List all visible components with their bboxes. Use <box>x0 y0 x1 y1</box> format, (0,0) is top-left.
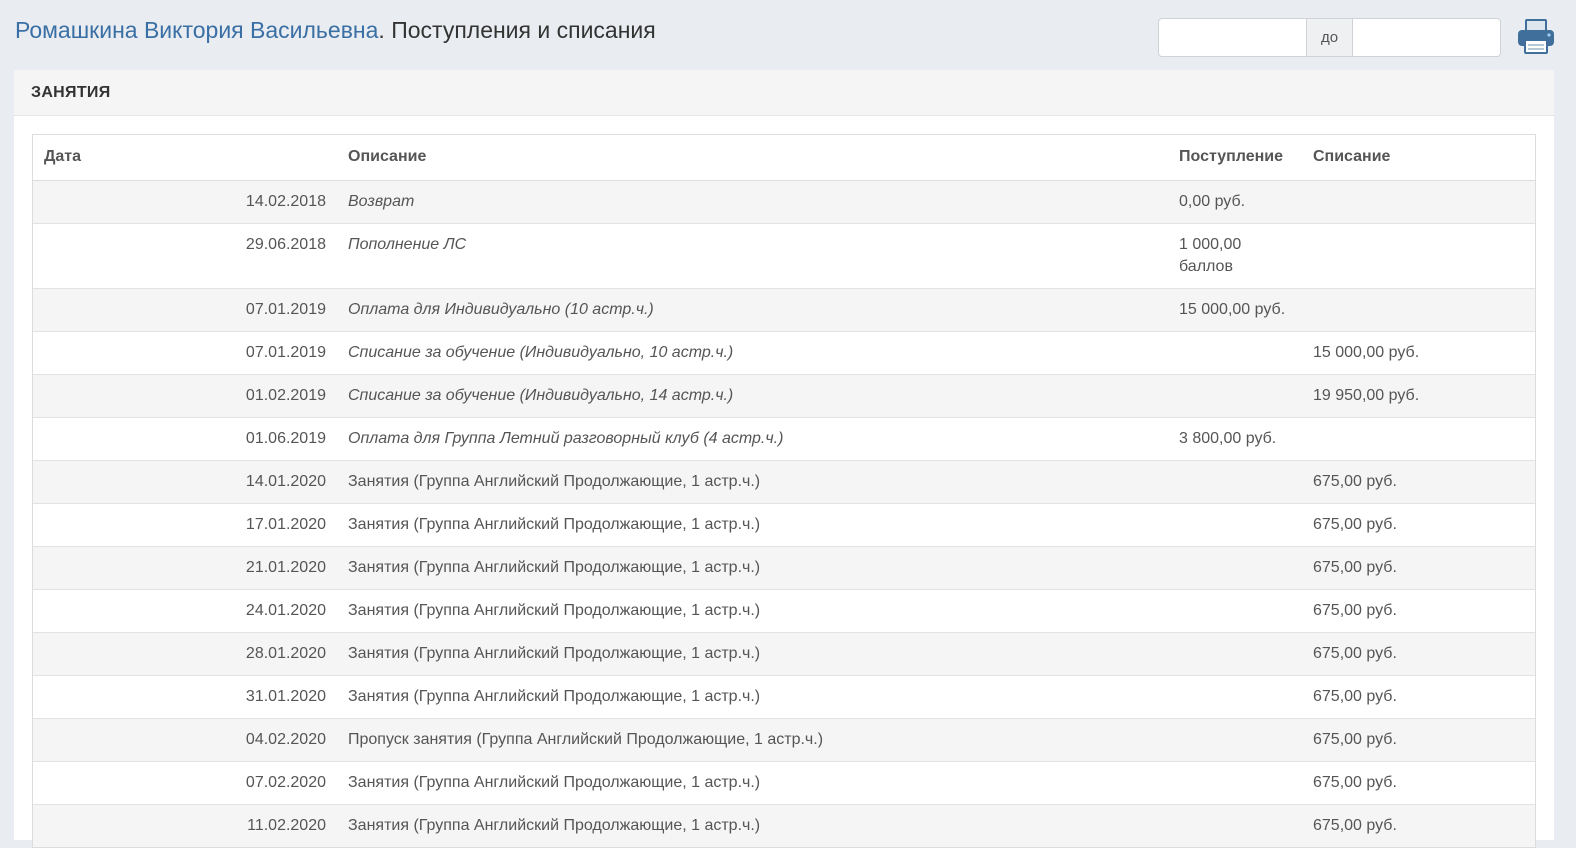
cell-expense: 675,00 руб. <box>1302 760 1535 804</box>
cell-date: 31.01.2020 <box>33 674 337 718</box>
column-header-description[interactable]: Описание <box>337 135 1168 181</box>
table-body: 14.02.2018 Возврат 0,00 руб. 29.06.2018 Попо… <box>33 179 1535 847</box>
cell-date: 04.02.2020 <box>33 717 337 761</box>
table-header-row: Дата Описание Поступление Списание <box>33 135 1535 181</box>
date-from-input[interactable] <box>1158 18 1307 57</box>
transactions-table-wrapper: Дата Описание Поступление Списание 14.02… <box>32 134 1536 848</box>
cell-date: 07.01.2019 <box>33 330 337 374</box>
table-row: 21.01.2020 Занятия (Группа Английский Про… <box>33 545 1535 589</box>
table-row: 17.01.2020 Занятия (Группа Английский Про… <box>33 502 1535 546</box>
cell-income: 0,00 руб. <box>1168 179 1302 223</box>
cell-description: Занятия (Группа Английский Продолжающие,… <box>337 459 1168 503</box>
table-row: 01.06.2019 Оплата для Группа Летний разго… <box>33 416 1535 460</box>
table-row: 07.01.2019 Списание за обучение (Индивиду… <box>33 330 1535 374</box>
cell-income: 1 000,00 баллов <box>1168 222 1302 288</box>
cell-income <box>1168 330 1302 374</box>
cell-expense <box>1302 416 1535 460</box>
cell-income <box>1168 373 1302 417</box>
cell-date: 14.02.2018 <box>33 179 337 223</box>
cell-expense: 15 000,00 руб. <box>1302 330 1535 374</box>
cell-expense: 675,00 руб. <box>1302 588 1535 632</box>
cell-date: 17.01.2020 <box>33 502 337 546</box>
cell-expense: 675,00 руб. <box>1302 545 1535 589</box>
cell-description: Оплата для Индивидуально (10 астр.ч.) <box>337 287 1168 331</box>
cell-description: Занятия (Группа Английский Продолжающие,… <box>337 588 1168 632</box>
cell-description: Списание за обучение (Индивидуально, 14 … <box>337 373 1168 417</box>
table-row: 14.01.2020 Занятия (Группа Английский Про… <box>33 459 1535 503</box>
student-name-link[interactable]: Ромашкина Виктория Васильевна <box>15 17 378 43</box>
cell-income <box>1168 760 1302 804</box>
table-row: 31.01.2020 Занятия (Группа Английский Про… <box>33 674 1535 718</box>
table-row: 29.06.2018 Пополнение ЛС 1 000,00 баллов <box>33 222 1535 288</box>
table-row: 04.02.2020 Пропуск занятия (Группа Англий… <box>33 717 1535 761</box>
cell-expense: 19 950,00 руб. <box>1302 373 1535 417</box>
cell-description: Оплата для Группа Летний разговорный клу… <box>337 416 1168 460</box>
table-row: 07.02.2020 Занятия (Группа Английский Про… <box>33 760 1535 804</box>
table-row: 01.02.2019 Списание за обучение (Индивиду… <box>33 373 1535 417</box>
cell-description: Занятия (Группа Английский Продолжающие,… <box>337 760 1168 804</box>
cell-description: Возврат <box>337 179 1168 223</box>
cell-income <box>1168 545 1302 589</box>
cell-income <box>1168 459 1302 503</box>
cell-income <box>1168 502 1302 546</box>
cell-date: 01.06.2019 <box>33 416 337 460</box>
cell-income: 3 800,00 руб. <box>1168 416 1302 460</box>
cell-date: 21.01.2020 <box>33 545 337 589</box>
cell-expense <box>1302 222 1535 288</box>
column-header-date[interactable]: Дата <box>33 135 337 181</box>
cell-expense: 675,00 руб. <box>1302 803 1535 847</box>
page-header: Ромашкина Виктория Васильевна. Поступлен… <box>0 0 1576 70</box>
cell-expense: 675,00 руб. <box>1302 502 1535 546</box>
cell-date: 11.02.2020 <box>33 803 337 847</box>
transactions-panel: ЗАНЯТИЯ Дата Описание Поступление Списан… <box>14 70 1554 848</box>
date-to-input[interactable] <box>1352 18 1501 57</box>
cell-income: 15 000,00 руб. <box>1168 287 1302 331</box>
cell-expense: 675,00 руб. <box>1302 674 1535 718</box>
cell-date: 01.02.2019 <box>33 373 337 417</box>
table-row: 24.01.2020 Занятия (Группа Английский Про… <box>33 588 1535 632</box>
cell-description: Занятия (Группа Английский Продолжающие,… <box>337 674 1168 718</box>
cell-date: 14.01.2020 <box>33 459 337 503</box>
cell-date: 07.01.2019 <box>33 287 337 331</box>
cell-date: 07.02.2020 <box>33 760 337 804</box>
cell-description: Занятия (Группа Английский Продолжающие,… <box>337 803 1168 847</box>
page-title: Ромашкина Виктория Васильевна. Поступлен… <box>15 17 656 44</box>
cell-description: Занятия (Группа Английский Продолжающие,… <box>337 631 1168 675</box>
cell-income <box>1168 803 1302 847</box>
cell-description: Пополнение ЛС <box>337 222 1168 288</box>
cell-date: 24.01.2020 <box>33 588 337 632</box>
cell-expense: 675,00 руб. <box>1302 717 1535 761</box>
cell-description: Пропуск занятия (Группа Английский Продо… <box>337 717 1168 761</box>
panel-heading: ЗАНЯТИЯ <box>14 70 1554 116</box>
table-row: 14.02.2018 Возврат 0,00 руб. <box>33 179 1535 223</box>
column-header-expense[interactable]: Списание <box>1302 135 1535 181</box>
cell-income <box>1168 631 1302 675</box>
cell-date: 28.01.2020 <box>33 631 337 675</box>
cell-income <box>1168 717 1302 761</box>
cell-expense: 675,00 руб. <box>1302 631 1535 675</box>
print-button[interactable] <box>1516 16 1556 56</box>
cell-expense: 675,00 руб. <box>1302 459 1535 503</box>
cell-expense <box>1302 287 1535 331</box>
cell-income <box>1168 674 1302 718</box>
date-range-separator: до <box>1307 18 1352 57</box>
cell-description: Занятия (Группа Английский Продолжающие,… <box>337 502 1168 546</box>
date-range-filter: до <box>1158 18 1501 57</box>
printer-icon <box>1518 19 1554 54</box>
cell-description: Списание за обучение (Индивидуально, 10 … <box>337 330 1168 374</box>
table-row: 07.01.2019 Оплата для Индивидуально (10 а… <box>33 287 1535 331</box>
transactions-table: Дата Описание Поступление Списание 14.02… <box>33 135 1535 847</box>
cell-income <box>1168 588 1302 632</box>
column-header-income[interactable]: Поступление <box>1168 135 1302 181</box>
cell-description: Занятия (Группа Английский Продолжающие,… <box>337 545 1168 589</box>
cell-expense <box>1302 179 1535 223</box>
cell-date: 29.06.2018 <box>33 222 337 288</box>
table-row: 28.01.2020 Занятия (Группа Английский Про… <box>33 631 1535 675</box>
page-title-suffix: . Поступления и списания <box>378 17 656 43</box>
table-row: 11.02.2020 Занятия (Группа Английский Про… <box>33 803 1535 847</box>
